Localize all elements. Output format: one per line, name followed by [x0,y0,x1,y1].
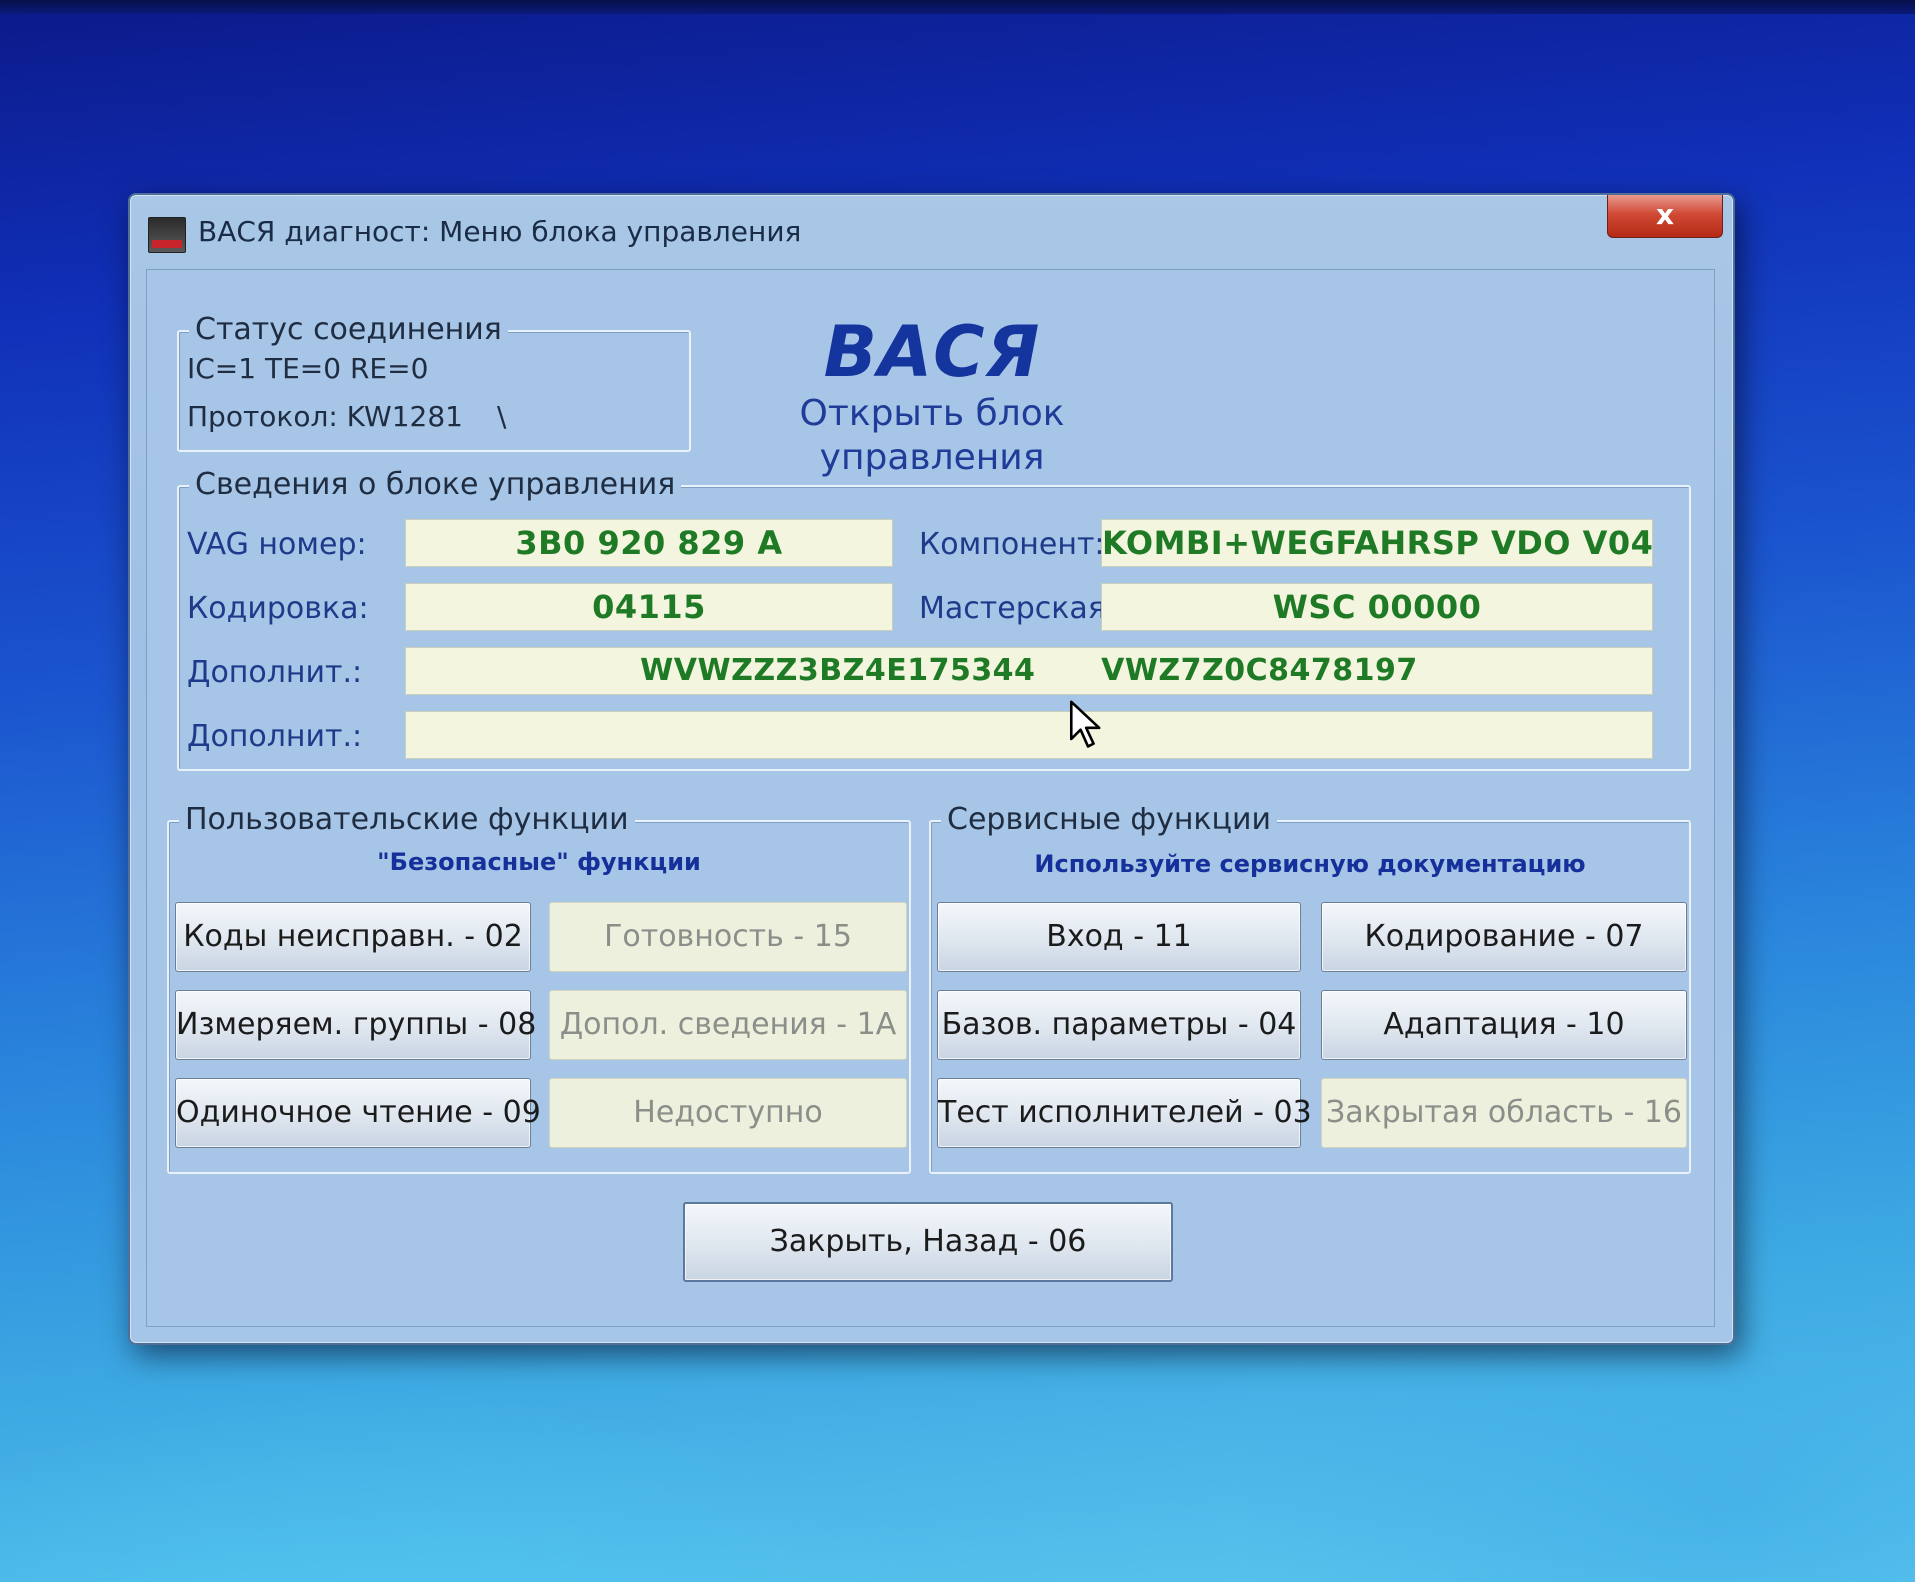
service-functions-legend: Сервисные функции [941,802,1277,837]
user-functions-legend: Пользовательские функции [179,802,635,837]
brand-block: ВАСЯ Открыть блок управления [767,312,1097,480]
output-tests-button[interactable]: Тест исполнителей - 03 [937,1078,1312,1148]
component-field: KOMBI+WEGFAHRSP VDO V04 [1101,519,1653,567]
control-unit-menu-window: ВАСЯ диагност: Меню блока управления x С… [128,193,1735,1345]
connection-status-legend: Статус соединения [189,312,508,347]
service-functions-group: Сервисные функции Используйте сервисную … [929,802,1691,1174]
brand-subtitle-line2: управления [819,437,1045,478]
title-bar[interactable]: ВАСЯ диагност: Меню блока управления x [130,195,1733,265]
readiness-button[interactable]: Готовность - 15 [549,902,907,972]
vag-number-field: 3B0 920 829 A [405,519,893,567]
connection-status-group: Статус соединения IC=1 TE=0 RE=0 Протоко… [177,312,691,452]
brand-subtitle-line1: Открыть блок [799,393,1065,434]
unavailable-button[interactable]: Недоступно [549,1078,907,1148]
adaptation-button[interactable]: Адаптация - 10 [1321,990,1687,1060]
security-access-button[interactable]: Закрытая область - 16 [1321,1078,1687,1148]
user-functions-caption: "Безопасные" функции [377,848,701,876]
basic-settings-button[interactable]: Базов. параметры - 04 [937,990,1301,1060]
measuring-blocks-button[interactable]: Измеряем. группы - 08 [175,990,536,1060]
fault-codes-button[interactable]: Коды неисправн. - 02 [175,902,531,972]
service-functions-caption: Используйте сервисную документацию [1034,850,1586,878]
connection-status-flags: IC=1 TE=0 RE=0 [187,352,429,385]
single-reading-button[interactable]: Одиночное чтение - 09 [175,1078,541,1148]
extra-info-field-2 [405,711,1653,759]
workshop-field: WSC 00000 [1101,583,1653,631]
user-functions-group: Пользовательские функции "Безопасные" фу… [167,802,911,1174]
coding-button[interactable]: Кодирование - 07 [1321,902,1687,972]
extra-info-label-1: Дополнит.: [187,655,363,690]
close-back-button[interactable]: Закрыть, Назад - 06 [683,1202,1173,1282]
client-area: Статус соединения IC=1 TE=0 RE=0 Протоко… [146,269,1715,1327]
extra-info-label-2: Дополнит.: [187,719,363,754]
advanced-id-button[interactable]: Допол. сведения - 1A [549,990,907,1060]
window-title: ВАСЯ диагност: Меню блока управления [198,215,802,248]
control-unit-info-legend: Сведения о блоке управления [189,467,682,502]
extra-info-field-1: WVWZZZ3BZ4E175344 VWZ7Z0C8478197 [405,647,1653,695]
activity-spinner: \ [497,400,507,433]
coding-label: Кодировка: [187,591,369,626]
app-logo-icon [148,217,186,253]
login-button[interactable]: Вход - 11 [937,902,1301,972]
protocol-label: Протокол: KW1281 [187,400,463,433]
vag-number-label: VAG номер: [187,527,367,562]
brand-title: ВАСЯ [823,311,1041,393]
monitor-bezel-edge [0,0,1915,14]
control-unit-info-group: Сведения о блоке управления VAG номер: 3… [177,467,1691,771]
component-label: Компонент: [919,527,1105,562]
close-window-button[interactable]: x [1607,195,1723,238]
coding-field: 04115 [405,583,893,631]
mouse-pointer-icon [1069,700,1101,748]
workshop-label: Мастерская: [919,591,1116,626]
